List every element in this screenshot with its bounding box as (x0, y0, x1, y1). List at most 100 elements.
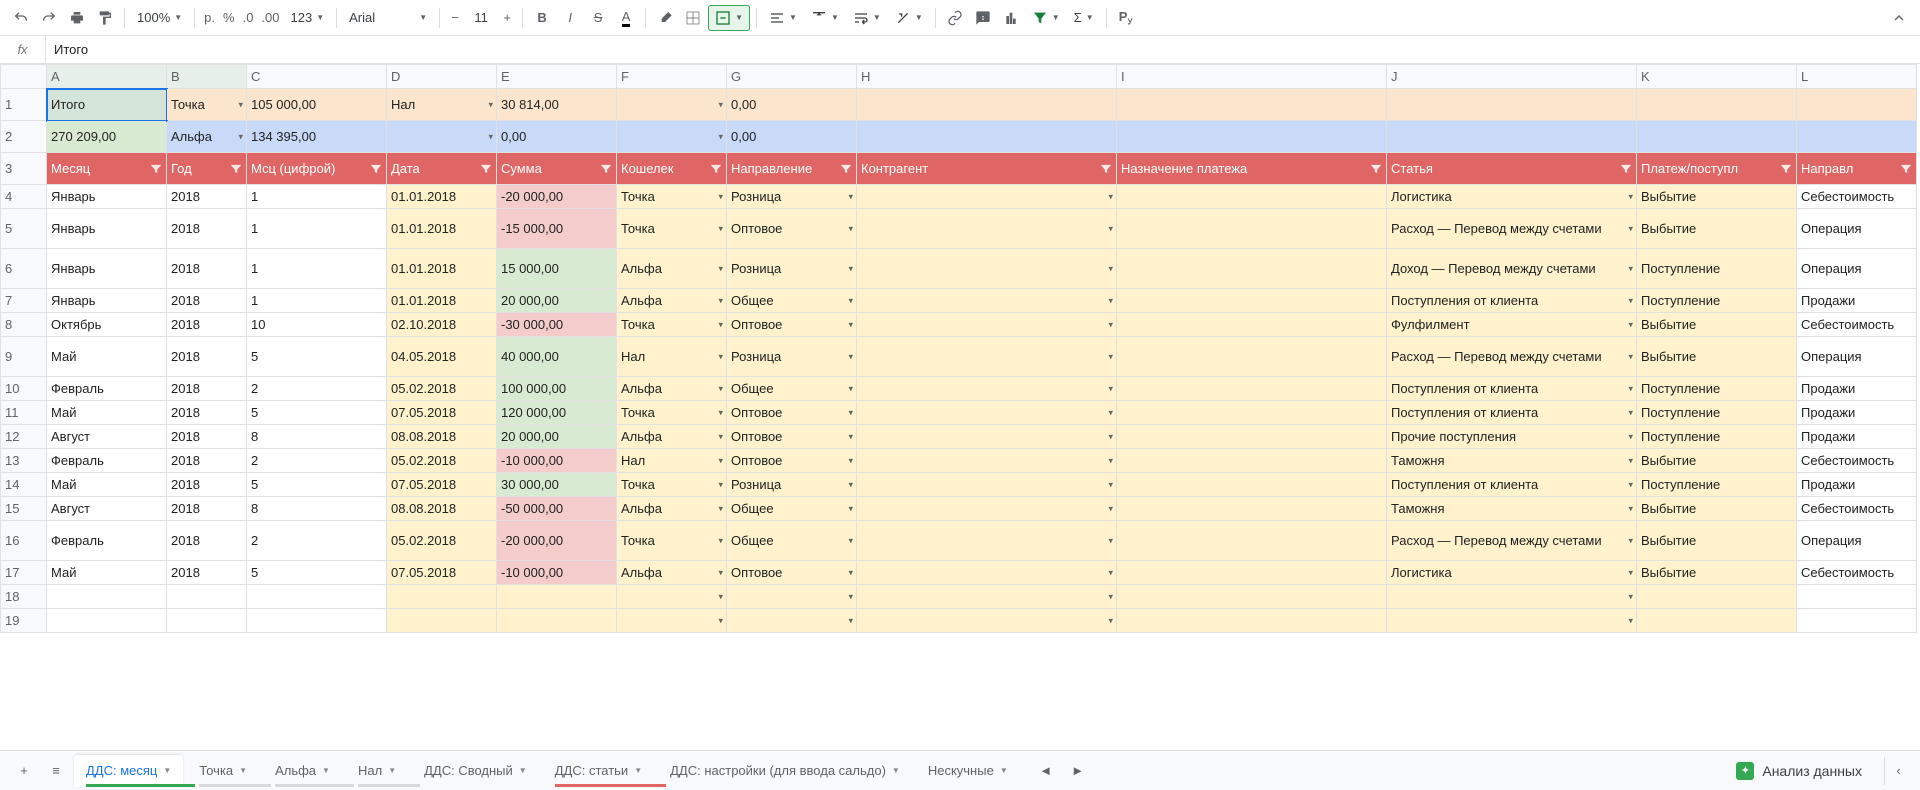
cell-16-L[interactable]: Операция (1797, 521, 1917, 561)
cell-6-L[interactable]: Операция (1797, 249, 1917, 289)
dropdown-icon[interactable]: ▾ (848, 615, 853, 626)
cell-5-K[interactable]: Выбытие (1637, 209, 1797, 249)
dropdown-icon[interactable]: ▾ (718, 191, 723, 202)
dropdown-icon[interactable]: ▾ (718, 615, 723, 626)
link-button[interactable] (942, 5, 968, 31)
cell-1-E[interactable]: 30 814,00 (497, 89, 617, 121)
dropdown-icon[interactable]: ▾ (1108, 263, 1113, 274)
dropdown-icon[interactable]: ▾ (848, 535, 853, 546)
dropdown-icon[interactable]: ▾ (1628, 535, 1633, 546)
cell-1-C[interactable]: 105 000,00 (247, 89, 387, 121)
cell-13-J[interactable]: Таможня▾ (1387, 449, 1637, 473)
cell-4-B[interactable]: 2018 (167, 185, 247, 209)
row-header-1[interactable]: 1 (1, 89, 47, 121)
cell-18-F[interactable]: ▾ (617, 585, 727, 609)
sheet-tab[interactable]: ДДС: месяц▼ (74, 755, 183, 787)
dropdown-icon[interactable]: ▾ (718, 407, 723, 418)
cell-13-A[interactable]: Февраль (47, 449, 167, 473)
tabs-scroll-right[interactable]: ► (1062, 755, 1094, 787)
dropdown-icon[interactable]: ▾ (1108, 319, 1113, 330)
rotate-button[interactable]: ▼ (889, 5, 929, 31)
row-header-17[interactable]: 17 (1, 561, 47, 585)
cell-14-H[interactable]: ▾ (857, 473, 1117, 497)
cell-18-E[interactable] (497, 585, 617, 609)
cell-6-I[interactable] (1117, 249, 1387, 289)
dropdown-icon[interactable]: ▾ (718, 503, 723, 514)
cell-11-G[interactable]: Оптовое▾ (727, 401, 857, 425)
cell-2-K[interactable] (1637, 121, 1797, 153)
cell-14-E[interactable]: 30 000,00 (497, 473, 617, 497)
col-header-D[interactable]: D (387, 65, 497, 89)
cell-13-G[interactable]: Оптовое▾ (727, 449, 857, 473)
cell-10-A[interactable]: Февраль (47, 377, 167, 401)
filter-button[interactable]: ▼ (1026, 5, 1066, 31)
col-header-J[interactable]: J (1387, 65, 1637, 89)
cell-15-A[interactable]: Август (47, 497, 167, 521)
cell-9-J[interactable]: Расход — Перевод между счетами▾ (1387, 337, 1637, 377)
redo-button[interactable] (36, 5, 62, 31)
dropdown-icon[interactable]: ▾ (1108, 479, 1113, 490)
dropdown-icon[interactable]: ▾ (848, 431, 853, 442)
row-header-13[interactable]: 13 (1, 449, 47, 473)
cell-19-D[interactable] (387, 609, 497, 633)
cell-4-C[interactable]: 1 (247, 185, 387, 209)
print-button[interactable] (64, 5, 90, 31)
cell-15-D[interactable]: 08.08.2018 (387, 497, 497, 521)
cell-13-B[interactable]: 2018 (167, 449, 247, 473)
font-size-decrease[interactable]: − (446, 5, 464, 31)
sheet-tab[interactable]: Нескучные▼ (916, 755, 1020, 787)
cell-10-E[interactable]: 100 000,00 (497, 377, 617, 401)
cell-10-D[interactable]: 05.02.2018 (387, 377, 497, 401)
halign-button[interactable]: ▼ (763, 5, 803, 31)
dropdown-icon[interactable]: ▾ (488, 131, 493, 142)
filter-icon[interactable] (229, 162, 243, 176)
cell-8-J[interactable]: Фулфилмент▾ (1387, 313, 1637, 337)
cell-4-I[interactable] (1117, 185, 1387, 209)
dropdown-icon[interactable]: ▾ (1628, 223, 1633, 234)
addon-ру-button[interactable]: РУ (1113, 5, 1139, 31)
cell-7-K[interactable]: Поступление (1637, 289, 1797, 313)
cell-6-A[interactable]: Январь (47, 249, 167, 289)
col-header-C[interactable]: C (247, 65, 387, 89)
cell-5-L[interactable]: Операция (1797, 209, 1917, 249)
sheet-tab[interactable]: Нал▼ (346, 755, 408, 787)
dropdown-icon[interactable]: ▾ (1628, 383, 1633, 394)
cell-12-I[interactable] (1117, 425, 1387, 449)
dropdown-icon[interactable]: ▾ (1628, 431, 1633, 442)
all-sheets-button[interactable]: ≡ (40, 755, 72, 787)
row-header-5[interactable]: 5 (1, 209, 47, 249)
dropdown-icon[interactable]: ▾ (848, 383, 853, 394)
dropdown-icon[interactable]: ▾ (488, 99, 493, 110)
borders-button[interactable] (680, 5, 706, 31)
row-header-15[interactable]: 15 (1, 497, 47, 521)
dropdown-icon[interactable]: ▾ (1628, 503, 1633, 514)
cell-7-C[interactable]: 1 (247, 289, 387, 313)
cell-2-I[interactable] (1117, 121, 1387, 153)
cell-18-A[interactable] (47, 585, 167, 609)
cell-8-L[interactable]: Себестоимость (1797, 313, 1917, 337)
cell-10-G[interactable]: Общее▾ (727, 377, 857, 401)
cell-11-C[interactable]: 5 (247, 401, 387, 425)
filter-icon[interactable] (1779, 162, 1793, 176)
formula-input[interactable] (46, 42, 1920, 57)
cell-7-D[interactable]: 01.01.2018 (387, 289, 497, 313)
filter-icon[interactable] (369, 162, 383, 176)
cell-15-K[interactable]: Выбытие (1637, 497, 1797, 521)
cell-15-F[interactable]: Альфа▾ (617, 497, 727, 521)
dropdown-icon[interactable]: ▾ (848, 263, 853, 274)
cell-5-E[interactable]: -15 000,00 (497, 209, 617, 249)
dropdown-icon[interactable]: ▾ (1628, 351, 1633, 362)
cell-17-J[interactable]: Логистика▾ (1387, 561, 1637, 585)
cell-14-L[interactable]: Продажи (1797, 473, 1917, 497)
row-header-6[interactable]: 6 (1, 249, 47, 289)
header-H[interactable]: Контрагент (857, 153, 1117, 185)
valign-button[interactable]: ▼ (805, 5, 845, 31)
dropdown-icon[interactable]: ▾ (1628, 407, 1633, 418)
cell-18-J[interactable]: ▾ (1387, 585, 1637, 609)
row-header-3[interactable]: 3 (1, 153, 47, 185)
cell-10-C[interactable]: 2 (247, 377, 387, 401)
sheet-tab[interactable]: Альфа▼ (263, 755, 342, 787)
dropdown-icon[interactable]: ▾ (1628, 591, 1633, 602)
filter-icon[interactable] (1369, 162, 1383, 176)
dropdown-icon[interactable]: ▾ (1108, 591, 1113, 602)
